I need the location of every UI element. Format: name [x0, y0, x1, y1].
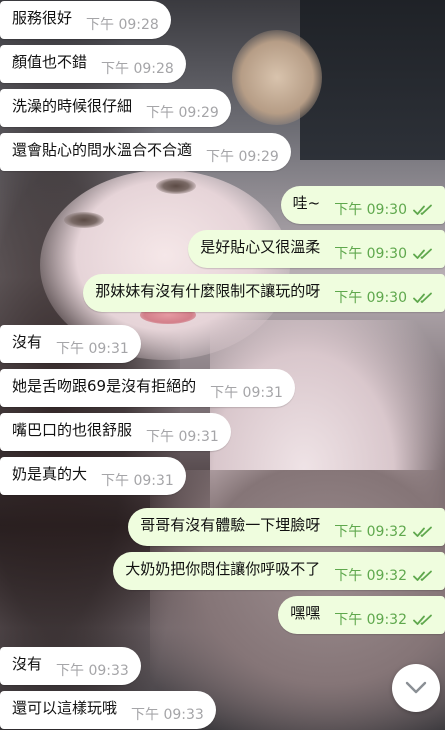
message-time: 下午 09:31 [146, 429, 219, 445]
incoming-message[interactable]: 還可以這樣玩哦 下午 09:33 [0, 691, 216, 729]
message-time: 下午 09:30 [334, 246, 407, 262]
message-text: 顏值也不錯 [12, 52, 88, 71]
message-text: 哇~ [292, 193, 321, 212]
incoming-message[interactable]: 沒有 下午 09:31 [0, 325, 141, 363]
message-text: 沒有 [12, 654, 43, 673]
message-time: 下午 09:33 [131, 707, 204, 723]
message-time: 下午 09:30 [334, 290, 407, 306]
message-text: 還會貼心的問水溫合不合適 [12, 140, 193, 159]
incoming-message[interactable]: 她是舌吻跟69是沒有拒絕的 下午 09:31 [0, 369, 295, 407]
double-check-icon [413, 248, 432, 259]
incoming-message[interactable]: 嘴巴口的也很舒服 下午 09:31 [0, 413, 231, 451]
message-time: 下午 09:29 [146, 105, 219, 121]
double-check-icon [413, 614, 432, 625]
message-text: 她是舌吻跟69是沒有拒絕的 [12, 376, 197, 395]
chevron-down-icon [405, 681, 427, 694]
incoming-message[interactable]: 奶是真的大 下午 09:31 [0, 457, 186, 495]
message-text: 服務很好 [12, 8, 73, 27]
wallpaper-window [300, 0, 445, 160]
scroll-to-bottom-button[interactable] [392, 664, 440, 712]
double-check-icon [413, 570, 432, 581]
message-time: 下午 09:32 [334, 568, 407, 584]
message-time: 下午 09:33 [56, 663, 129, 679]
message-text: 洗澡的時候很仔細 [12, 96, 133, 115]
outgoing-message[interactable]: 嘿嘿 下午 09:32 [278, 596, 445, 634]
message-text: 大奶奶把你悶住讓你呼吸不了 [125, 559, 321, 578]
incoming-message[interactable]: 服務很好 下午 09:28 [0, 1, 171, 39]
double-check-icon [413, 204, 432, 215]
wallpaper-fur-clip [232, 30, 322, 125]
message-text: 嘴巴口的也很舒服 [12, 420, 133, 439]
message-time: 下午 09:31 [56, 341, 129, 357]
message-time: 下午 09:29 [206, 149, 279, 165]
message-time: 下午 09:32 [334, 612, 407, 628]
message-text: 那妹妹有沒有什麼限制不讓玩的呀 [95, 281, 321, 300]
outgoing-message[interactable]: 是好貼心又很溫柔 下午 09:30 [188, 230, 445, 268]
wallpaper-eye [64, 212, 104, 228]
message-text: 是好貼心又很溫柔 [200, 237, 321, 256]
message-text: 嘿嘿 [290, 603, 321, 622]
message-time: 下午 09:31 [101, 473, 174, 489]
message-time: 下午 09:31 [210, 385, 283, 401]
message-text: 還可以這樣玩哦 [12, 698, 118, 717]
incoming-message[interactable]: 還會貼心的問水溫合不合適 下午 09:29 [0, 133, 291, 171]
outgoing-message[interactable]: 哇~ 下午 09:30 [280, 186, 445, 224]
incoming-message[interactable]: 顏值也不錯 下午 09:28 [0, 45, 186, 83]
incoming-message[interactable]: 沒有 下午 09:33 [0, 647, 141, 685]
message-time: 下午 09:32 [334, 524, 407, 540]
outgoing-message[interactable]: 哥哥有沒有體驗一下埋臉呀 下午 09:32 [128, 508, 445, 546]
message-text: 奶是真的大 [12, 464, 88, 483]
incoming-message[interactable]: 洗澡的時候很仔細 下午 09:29 [0, 89, 231, 127]
message-time: 下午 09:28 [86, 17, 159, 33]
double-check-icon [413, 292, 432, 303]
message-text: 沒有 [12, 332, 43, 351]
message-text: 哥哥有沒有體驗一下埋臉呀 [140, 515, 321, 534]
message-time: 下午 09:28 [101, 61, 174, 77]
chat-screen: 服務很好 下午 09:28 顏值也不錯 下午 09:28 洗澡的時候很仔細 下午… [0, 0, 445, 730]
double-check-icon [413, 526, 432, 537]
wallpaper-eye [156, 178, 196, 194]
outgoing-message[interactable]: 大奶奶把你悶住讓你呼吸不了 下午 09:32 [113, 552, 445, 590]
outgoing-message[interactable]: 那妹妹有沒有什麼限制不讓玩的呀 下午 09:30 [83, 274, 445, 312]
message-time: 下午 09:30 [334, 202, 407, 218]
